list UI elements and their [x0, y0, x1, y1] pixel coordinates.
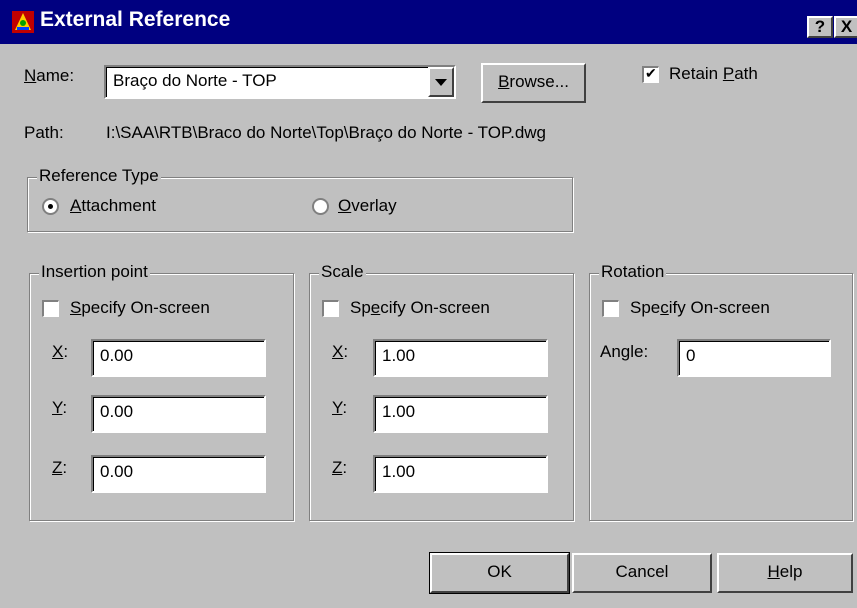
attachment-label[interactable]: Attachment: [70, 196, 156, 216]
rotation-group: Rotation Specify On-screen Angle: 0: [589, 262, 853, 521]
overlay-radio[interactable]: [312, 198, 329, 215]
ok-button[interactable]: OK: [429, 552, 570, 594]
insertion-point-group: Insertion point Specify On-screen X: 0.0…: [29, 262, 294, 521]
insertion-specify-label[interactable]: Specify On-screen: [70, 298, 210, 318]
path-value: I:\SAA\RTB\Braco do Norte\Top\Braço do N…: [106, 123, 547, 142]
name-label: Name:: [24, 66, 75, 85]
rotation-specify-label[interactable]: Specify On-screen: [630, 298, 770, 318]
name-value: Braço do Norte - TOP: [113, 71, 277, 90]
path-label: Path:: [24, 123, 64, 142]
insertion-point-title: Insertion point: [39, 262, 150, 282]
help-question-icon[interactable]: ?: [807, 16, 833, 38]
name-dropdown[interactable]: Braço do Norte - TOP: [104, 65, 456, 99]
rotation-angle-label: Angle:: [600, 342, 649, 361]
insertion-y-label: Y:: [52, 398, 68, 417]
scale-group: Scale Specify On-screen X: 1.00 Y: 1.00 …: [309, 262, 574, 521]
scale-title: Scale: [319, 262, 366, 282]
scale-y-input[interactable]: 1.00: [373, 395, 548, 433]
reference-type-title: Reference Type: [37, 166, 161, 186]
attachment-radio[interactable]: [42, 198, 59, 215]
cancel-button[interactable]: Cancel: [572, 553, 712, 593]
close-icon[interactable]: X: [834, 16, 857, 38]
title-bar[interactable]: External Reference ? X: [0, 0, 857, 44]
insertion-z-input[interactable]: 0.00: [91, 455, 266, 493]
chevron-down-icon[interactable]: [428, 67, 454, 97]
insertion-x-input[interactable]: 0.00: [91, 339, 266, 377]
insertion-z-label: Z:: [52, 458, 68, 477]
help-button[interactable]: Help: [717, 553, 853, 593]
rotation-specify-checkbox[interactable]: [602, 300, 619, 317]
external-reference-dialog: External Reference ? X Name: Braço do No…: [0, 0, 857, 608]
scale-specify-checkbox[interactable]: [322, 300, 339, 317]
scale-x-label: X:: [332, 342, 349, 361]
browse-button[interactable]: Browse...: [481, 63, 586, 103]
scale-z-label: Z:: [332, 458, 348, 477]
retain-path-label[interactable]: Retain Path: [669, 64, 758, 84]
retain-path-checkbox[interactable]: [642, 65, 659, 83]
window-title: External Reference: [40, 8, 231, 31]
reference-type-group: Reference Type Attachment Overlay: [27, 166, 573, 232]
rotation-title: Rotation: [599, 262, 667, 282]
overlay-label[interactable]: Overlay: [338, 196, 397, 216]
insertion-y-input[interactable]: 0.00: [91, 395, 266, 433]
scale-y-label: Y:: [332, 398, 348, 417]
autocad-app-icon: [12, 11, 34, 33]
scale-z-input[interactable]: 1.00: [373, 455, 548, 493]
insertion-specify-checkbox[interactable]: [42, 300, 59, 317]
scale-x-input[interactable]: 1.00: [373, 339, 548, 377]
insertion-x-label: X:: [52, 342, 69, 361]
rotation-angle-input[interactable]: 0: [677, 339, 831, 377]
scale-specify-label[interactable]: Specify On-screen: [350, 298, 490, 318]
